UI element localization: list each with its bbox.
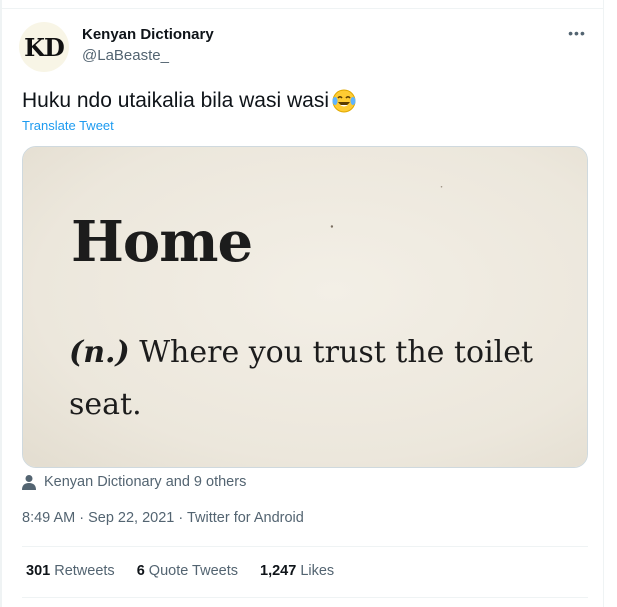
part-of-speech: (n.): [69, 335, 130, 370]
likes-count: 1,247: [260, 563, 297, 579]
frame-border-left: [0, 0, 2, 607]
avatar[interactable]: KD: [19, 22, 69, 72]
tweet-text-content: Huku ndo utaikalia bila wasi wasi: [22, 89, 329, 112]
retweets-count: 301: [26, 563, 51, 579]
frame-border-top: [0, 8, 604, 9]
author-name[interactable]: Kenyan Dictionary: [82, 26, 214, 43]
tweet-image[interactable]: Home (n.) Where you trust the toilet sea…: [22, 146, 588, 468]
tagged-people-label: Kenyan Dictionary and 9 others: [44, 474, 247, 490]
retweets-label: Retweets: [50, 563, 115, 579]
person-icon: [22, 475, 36, 490]
quote-tweets-count: 6: [136, 563, 145, 579]
quote-tweets-stat[interactable]: 6 Quote Tweets: [137, 563, 238, 579]
divider: [22, 546, 588, 547]
retweets-stat[interactable]: 301 Retweets: [26, 563, 115, 579]
tagged-people[interactable]: Kenyan Dictionary and 9 others: [22, 474, 246, 490]
author-handle[interactable]: @LaBeaste_: [82, 47, 169, 64]
definition-text-1: Where you trust the toilet: [129, 335, 534, 370]
definition-line-1: (n.) Where you trust the toilet: [69, 335, 533, 370]
frame-border-right: [603, 0, 604, 607]
divider: [22, 597, 588, 598]
engagement-stats: 301 Retweets 6 Quote Tweets 1,247 Likes: [26, 563, 356, 579]
face-with-tears-of-joy-icon: [332, 89, 356, 113]
more-options-icon[interactable]: •••: [566, 22, 588, 44]
avatar-logo-text: KD: [24, 32, 65, 62]
likes-stat[interactable]: 1,247 Likes: [260, 563, 334, 579]
tweet-text: Huku ndo utaikalia bila wasi wasi: [22, 88, 357, 114]
dictionary-headword: Home: [71, 209, 253, 275]
tweet-timestamp-source[interactable]: 8:49 AM · Sep 22, 2021 · Twitter for And…: [22, 510, 304, 526]
definition-line-2: seat.: [69, 387, 142, 422]
likes-label: Likes: [296, 563, 335, 579]
translate-tweet-link[interactable]: Translate Tweet: [22, 118, 114, 133]
quote-tweets-label: Quote Tweets: [144, 563, 238, 579]
